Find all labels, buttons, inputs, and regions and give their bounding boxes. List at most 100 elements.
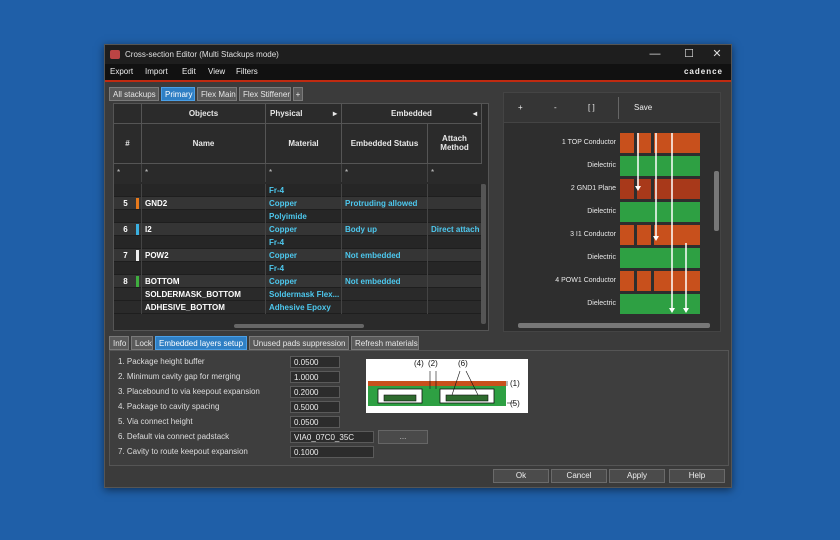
tab-refresh-materials[interactable]: Refresh materials — [351, 336, 419, 350]
cell-material[interactable]: Adhesive Epoxy — [266, 301, 342, 314]
col-number[interactable]: # — [114, 124, 142, 164]
cell-material[interactable]: Fr-4 — [266, 236, 342, 249]
cell-attach-method[interactable] — [428, 236, 482, 249]
col-embedded-status[interactable]: Embedded Status — [342, 124, 428, 164]
cell-embedded-status[interactable]: Not embedded — [342, 249, 428, 262]
tab-flex-stiffener[interactable]: Flex Stiffener — [239, 87, 291, 101]
tab-primary[interactable]: Primary — [161, 87, 195, 101]
cell-name[interactable]: SOLDERMASK_BOTTOM — [142, 288, 266, 301]
menu-export[interactable]: Export — [110, 64, 133, 80]
cell-name[interactable]: BOTTOM — [142, 275, 266, 288]
col-material[interactable]: Material — [266, 124, 342, 164]
cell-attach-method[interactable] — [428, 288, 482, 301]
save-view-button[interactable]: Save — [634, 93, 652, 123]
layer-band-conductor[interactable] — [620, 271, 700, 291]
cell-material[interactable]: Polyimide — [266, 210, 342, 223]
filter-name[interactable]: * — [142, 164, 266, 182]
browse-padstack-button[interactable]: ... — [378, 430, 428, 444]
cell-attach-method[interactable] — [428, 249, 482, 262]
table-row[interactable]: Fr-4 — [114, 184, 482, 197]
layer-band-plane[interactable] — [620, 179, 700, 199]
cell-material[interactable]: Copper — [266, 223, 342, 236]
cell-embedded-status[interactable]: Not embedded — [342, 275, 428, 288]
tab-embedded-layers-setup[interactable]: Embedded layers setup — [155, 336, 247, 350]
table-row[interactable]: 7 POW2 Copper Not embedded — [114, 249, 482, 262]
cell-attach-method[interactable] — [428, 262, 482, 275]
cell-name[interactable]: GND2 — [142, 197, 266, 210]
header-objects[interactable]: Objects — [142, 104, 266, 124]
cell-material[interactable]: Copper — [266, 197, 342, 210]
table-row[interactable]: 6 I2 Copper Body up Direct attach — [114, 223, 482, 236]
cell-material[interactable]: Fr-4 — [266, 184, 342, 197]
tab-lock[interactable]: Lock — [131, 336, 153, 350]
col-name[interactable]: Name — [142, 124, 266, 164]
cell-material[interactable]: Soldermask Flex... — [266, 288, 342, 301]
package-height-buffer-input[interactable]: 0.0500 — [290, 356, 340, 368]
fit-view-button[interactable]: [ ] — [588, 93, 595, 123]
filter-material[interactable]: * — [266, 164, 342, 182]
layer-band-conductor[interactable] — [620, 225, 700, 245]
via-connect-height-input[interactable]: 0.0500 — [290, 416, 340, 428]
layer-band-dielectric[interactable] — [620, 202, 700, 222]
filter-attach-method[interactable]: * — [428, 164, 482, 182]
cell-attach-method[interactable] — [428, 197, 482, 210]
cell-embedded-status[interactable] — [342, 288, 428, 301]
cell-material[interactable]: Copper — [266, 275, 342, 288]
cell-embedded-status[interactable] — [342, 236, 428, 249]
help-button[interactable]: Help — [669, 469, 725, 483]
cross-section-horizontal-scrollbar[interactable] — [518, 323, 710, 328]
col-attach-method[interactable]: Attach Method — [428, 124, 482, 164]
tab-info[interactable]: Info — [109, 336, 129, 350]
cell-name[interactable] — [142, 236, 266, 249]
header-physical[interactable]: Physical ▸ — [266, 104, 342, 124]
table-row[interactable]: 5 GND2 Copper Protruding allowed — [114, 197, 482, 210]
filter-number[interactable]: * — [114, 164, 142, 182]
cell-name[interactable] — [142, 262, 266, 275]
package-cavity-spacing-input[interactable]: 0.5000 — [290, 401, 340, 413]
ok-button[interactable]: Ok — [493, 469, 549, 483]
cell-material[interactable]: Fr-4 — [266, 262, 342, 275]
cell-material[interactable]: Copper — [266, 249, 342, 262]
table-row[interactable]: Fr-4 — [114, 236, 482, 249]
zoom-out-button[interactable]: - — [554, 93, 557, 123]
cell-embedded-status[interactable] — [342, 262, 428, 275]
menu-edit[interactable]: Edit — [182, 64, 196, 80]
expand-right-icon[interactable]: ▸ — [333, 104, 337, 124]
cell-attach-method[interactable]: Direct attach — [428, 223, 482, 236]
cell-name[interactable]: I2 — [142, 223, 266, 236]
close-button[interactable]: ✕ — [703, 45, 731, 64]
table-row[interactable]: Polyimide — [114, 210, 482, 223]
cell-attach-method[interactable] — [428, 275, 482, 288]
cavity-route-keepout-input[interactable]: 0.1000 — [290, 446, 374, 458]
header-embedded[interactable]: Embedded ◂ — [342, 104, 482, 124]
tab-flex-main[interactable]: Flex Main — [197, 87, 237, 101]
menu-filters[interactable]: Filters — [236, 64, 258, 80]
collapse-left-icon[interactable]: ◂ — [473, 104, 477, 124]
table-row[interactable]: Fr-4 — [114, 262, 482, 275]
default-via-padstack-input[interactable]: VIA0_07C0_35C — [290, 431, 374, 443]
grid-horizontal-scrollbar[interactable] — [234, 324, 364, 328]
layer-band-conductor[interactable] — [620, 133, 700, 153]
layer-band-dielectric[interactable] — [620, 156, 700, 176]
tab-all-stackups[interactable]: All stackups — [109, 87, 159, 101]
table-row[interactable]: 8 BOTTOM Copper Not embedded — [114, 275, 482, 288]
cross-section-vertical-scrollbar[interactable] — [714, 171, 719, 231]
grid-vertical-scrollbar[interactable] — [481, 184, 486, 324]
cell-name[interactable] — [142, 210, 266, 223]
cell-embedded-status[interactable]: Protruding allowed — [342, 197, 428, 210]
cell-name[interactable]: POW2 — [142, 249, 266, 262]
table-row[interactable]: SOLDERMASK_BOTTOM Soldermask Flex... — [114, 288, 482, 301]
maximize-button[interactable]: ☐ — [675, 45, 703, 64]
zoom-in-button[interactable]: + — [518, 93, 523, 123]
cell-name[interactable]: ADHESIVE_BOTTOM — [142, 301, 266, 314]
menu-import[interactable]: Import — [145, 64, 168, 80]
cell-attach-method[interactable] — [428, 184, 482, 197]
add-tab-button[interactable]: + — [293, 87, 303, 101]
cancel-button[interactable]: Cancel — [551, 469, 607, 483]
menu-view[interactable]: View — [208, 64, 225, 80]
min-cavity-gap-input[interactable]: 1.0000 — [290, 371, 340, 383]
layer-band-dielectric[interactable] — [620, 294, 700, 314]
tab-unused-pads-suppression[interactable]: Unused pads suppression — [249, 336, 349, 350]
placebound-via-keepout-input[interactable]: 0.2000 — [290, 386, 340, 398]
filter-embedded-status[interactable]: * — [342, 164, 428, 182]
